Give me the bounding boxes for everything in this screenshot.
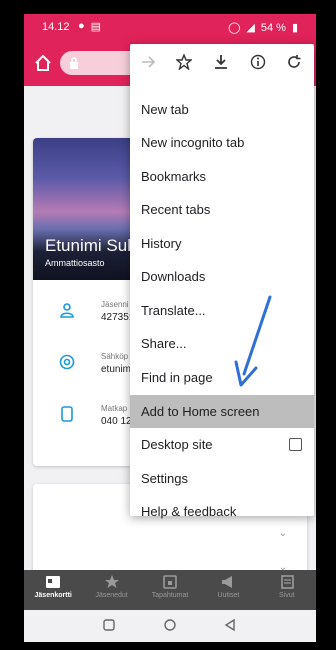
- android-navigation-bar: [24, 610, 316, 642]
- calendar-icon: ▤: [90, 21, 102, 33]
- desktop-site-checkbox[interactable]: [289, 438, 302, 451]
- alarm-icon: ◯: [228, 22, 241, 34]
- menu-item-history[interactable]: History: [130, 227, 314, 260]
- star-outline-icon[interactable]: [176, 54, 192, 70]
- status-left-icons: ● ▤: [78, 20, 101, 33]
- home-circle-icon[interactable]: [163, 618, 177, 632]
- forward-arrow-icon[interactable]: [140, 54, 156, 70]
- signal-icon: ◢: [246, 22, 255, 34]
- screen: 14.12 ● ▤ ◯ ◢ 54 % ▮ Etunimi Suk Ammatti…: [24, 14, 316, 642]
- megaphone-icon: [222, 576, 233, 588]
- nav-item-jasenkortti[interactable]: Jäsenkortti: [24, 570, 82, 610]
- nav-label: Uutiset: [217, 592, 240, 599]
- member-name: Etunimi Suk: [45, 236, 136, 255]
- menu-item-translate[interactable]: Translate...: [130, 294, 314, 327]
- menu-item-new-incognito-tab[interactable]: New incognito tab: [130, 126, 314, 159]
- phone-icon: [61, 406, 73, 422]
- back-icon[interactable]: [223, 618, 237, 632]
- menu-item-bookmarks[interactable]: Bookmarks: [130, 160, 314, 193]
- recents-icon[interactable]: [102, 618, 116, 632]
- status-time: 14.12: [42, 21, 70, 33]
- member-department: Ammattiosasto: [45, 258, 105, 268]
- menu-item-recent-tabs[interactable]: Recent tabs: [130, 193, 314, 226]
- nav-item-sivut[interactable]: Sivut: [258, 570, 316, 610]
- menu-item-label: Desktop site: [141, 437, 213, 452]
- pages-icon: [281, 575, 294, 589]
- nav-label: Jäsenkortti: [34, 592, 72, 599]
- menu-item-settings[interactable]: Settings: [130, 462, 314, 495]
- refresh-icon[interactable]: [286, 54, 302, 70]
- phone-frame: 14.12 ● ▤ ◯ ◢ 54 % ▮ Etunimi Suk Ammatti…: [0, 0, 336, 650]
- menu-toolbar: [130, 44, 314, 80]
- menu-item-new-tab[interactable]: New tab: [130, 93, 314, 126]
- bottom-navigation: Jäsenkortti Jäsenedut Tapahtumat Uutiset…: [24, 570, 316, 610]
- chevron-down-icon[interactable]: ⌄: [279, 528, 287, 539]
- info-value: 040 12: [101, 416, 132, 427]
- menu-item-share[interactable]: Share...: [130, 327, 314, 360]
- menu-item-help-feedback[interactable]: Help & feedback: [130, 495, 314, 528]
- calendar-icon: [163, 575, 177, 589]
- nav-item-jasenedut[interactable]: Jäsenedut: [82, 570, 140, 610]
- info-value: 42735:: [101, 312, 132, 323]
- info-label: Matkap: [101, 404, 128, 413]
- person-icon: [60, 303, 74, 318]
- menu-item-add-to-home-screen[interactable]: Add to Home screen: [130, 395, 314, 428]
- at-sign-icon: [59, 354, 75, 370]
- menu-item-find-in-page[interactable]: Find in page: [130, 361, 314, 394]
- browser-overflow-menu: New tab New incognito tab Bookmarks Rece…: [130, 44, 314, 519]
- battery-icon: ▮: [291, 22, 298, 34]
- id-card-icon: [46, 576, 61, 588]
- lock-icon: [70, 57, 78, 69]
- menu-item-desktop-site[interactable]: Desktop site: [130, 428, 314, 461]
- info-icon[interactable]: [250, 54, 266, 70]
- nav-label: Jäsenedut: [95, 592, 128, 599]
- battery-text: 54 %: [260, 21, 286, 34]
- nav-label: Sivut: [279, 592, 295, 599]
- notification-icon: ●: [78, 20, 85, 32]
- info-value: etunim: [101, 364, 132, 375]
- download-icon[interactable]: [213, 54, 229, 70]
- info-label: Sähköp: [101, 352, 129, 361]
- star-icon: [104, 575, 119, 588]
- nav-label: Tapahtumat: [151, 592, 189, 599]
- menu-item-downloads[interactable]: Downloads: [130, 260, 314, 293]
- info-label: Jäsenni: [101, 300, 129, 309]
- nav-item-uutiset[interactable]: Uutiset: [199, 570, 257, 610]
- status-right: ◯ ◢ 54 % ▮: [228, 21, 298, 35]
- nav-item-tapahtumat[interactable]: Tapahtumat: [141, 570, 199, 610]
- home-icon[interactable]: [34, 54, 52, 72]
- status-bar: 14.12 ● ▤ ◯ ◢ 54 % ▮: [24, 14, 316, 40]
